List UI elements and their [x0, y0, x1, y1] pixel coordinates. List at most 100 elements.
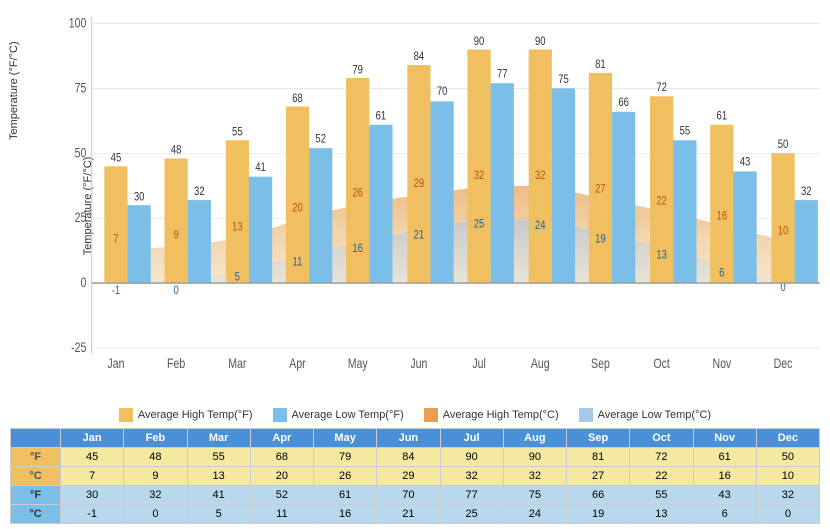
svg-text:0: 0 — [173, 284, 178, 297]
svg-text:Jun: Jun — [410, 356, 427, 372]
data-table-container: Jan Feb Mar Apr May Jun Jul Aug Sep Oct … — [10, 428, 820, 524]
table-cell-r1-c8: 27 — [567, 467, 630, 486]
bar-low-f-dec — [795, 200, 818, 283]
table-cell-r2-c10: 43 — [693, 486, 756, 505]
svg-text:Feb: Feb — [167, 356, 185, 372]
svg-text:61: 61 — [376, 109, 387, 122]
bar-low-f-feb — [188, 200, 211, 283]
legend-label-high-c: Average High Temp(°C) — [443, 409, 559, 421]
svg-text:32: 32 — [801, 185, 812, 198]
table-cell-r0-c10: 61 — [693, 448, 756, 467]
bar-low-f-mar — [249, 177, 272, 283]
table-header-sep: Sep — [567, 429, 630, 448]
table-cell-r2-c9: 55 — [630, 486, 693, 505]
svg-text:41: 41 — [255, 161, 266, 174]
svg-text:26: 26 — [352, 187, 363, 200]
bar-high-f-mar — [226, 140, 249, 283]
legend-low-c: Average Low Temp(°C) — [579, 408, 711, 422]
table-cell-r2-c8: 66 — [567, 486, 630, 505]
svg-text:77: 77 — [497, 68, 508, 81]
bar-low-f-aug — [552, 88, 575, 283]
chart-svg: 100 75 50 25 0 -25 — [60, 10, 820, 402]
table-row-header-0: °F — [11, 448, 61, 467]
svg-text:25: 25 — [75, 210, 87, 226]
svg-text:22: 22 — [656, 195, 667, 208]
svg-text:5: 5 — [235, 270, 240, 283]
svg-text:90: 90 — [474, 35, 485, 48]
main-container: Temperature (°F/°C) 100 75 50 — [0, 0, 830, 529]
legend-box-low-f — [273, 408, 287, 422]
svg-text:55: 55 — [680, 124, 691, 137]
data-table: Jan Feb Mar Apr May Jun Jul Aug Sep Oct … — [10, 428, 820, 524]
table-row-header-3: °C — [11, 505, 61, 524]
bar-high-f-jun — [407, 65, 430, 283]
svg-text:84: 84 — [414, 50, 425, 63]
svg-text:30: 30 — [134, 191, 145, 204]
svg-text:50: 50 — [75, 145, 87, 161]
table-cell-r1-c1: 9 — [124, 467, 187, 486]
table-cell-r3-c8: 19 — [567, 505, 630, 524]
bar-high-f-feb — [165, 158, 188, 283]
bar-low-f-jan — [128, 205, 151, 283]
svg-text:66: 66 — [618, 96, 629, 109]
table-cell-r0-c0: 45 — [61, 448, 124, 467]
legend-high-c: Average High Temp(°C) — [424, 408, 559, 422]
table-header-may: May — [314, 429, 377, 448]
legend-label-high-f: Average High Temp(°F) — [138, 409, 253, 421]
legend-label-low-f: Average Low Temp(°F) — [292, 409, 404, 421]
table-cell-r1-c6: 32 — [440, 467, 503, 486]
svg-text:75: 75 — [558, 73, 569, 86]
legend-box-low-c — [579, 408, 593, 422]
svg-text:24: 24 — [535, 219, 546, 232]
svg-text:27: 27 — [595, 182, 606, 195]
table-header-mar: Mar — [187, 429, 250, 448]
table-header-jul: Jul — [440, 429, 503, 448]
legend-box-high-c — [424, 408, 438, 422]
svg-text:Mar: Mar — [228, 356, 246, 372]
svg-text:13: 13 — [232, 220, 243, 233]
svg-text:10: 10 — [778, 224, 789, 237]
table-row-header-2: °F — [11, 486, 61, 505]
svg-text:9: 9 — [173, 228, 178, 241]
table-cell-r0-c1: 48 — [124, 448, 187, 467]
svg-text:May: May — [348, 356, 369, 372]
svg-text:7: 7 — [113, 232, 118, 245]
bar-low-f-oct — [673, 140, 696, 283]
svg-text:6: 6 — [719, 266, 724, 279]
table-cell-r2-c0: 30 — [61, 486, 124, 505]
table-cell-r0-c2: 55 — [187, 448, 250, 467]
table-header-jan: Jan — [61, 429, 124, 448]
svg-text:81: 81 — [595, 58, 606, 71]
table-cell-r0-c7: 90 — [503, 448, 566, 467]
table-header-apr: Apr — [250, 429, 313, 448]
legend-label-low-c: Average Low Temp(°C) — [598, 409, 711, 421]
table-cell-r0-c3: 68 — [250, 448, 313, 467]
table-cell-r1-c9: 22 — [630, 467, 693, 486]
table-cell-r2-c7: 75 — [503, 486, 566, 505]
table-cell-r0-c9: 72 — [630, 448, 693, 467]
svg-text:Jul: Jul — [472, 356, 485, 372]
svg-text:48: 48 — [171, 143, 182, 156]
table-cell-r3-c1: 0 — [124, 505, 187, 524]
table-cell-r3-c10: 6 — [693, 505, 756, 524]
table-cell-r1-c7: 32 — [503, 467, 566, 486]
svg-text:-25: -25 — [71, 340, 86, 356]
svg-text:90: 90 — [535, 35, 546, 48]
bar-high-f-dec — [771, 153, 794, 283]
svg-text:19: 19 — [595, 232, 606, 245]
svg-text:43: 43 — [740, 155, 751, 168]
svg-text:Oct: Oct — [653, 356, 670, 372]
table-cell-r3-c5: 21 — [377, 505, 440, 524]
table-cell-r2-c6: 77 — [440, 486, 503, 505]
table-cell-r0-c6: 90 — [440, 448, 503, 467]
legend-low-f: Average Low Temp(°F) — [273, 408, 404, 422]
table-cell-r0-c11: 50 — [756, 448, 819, 467]
svg-text:72: 72 — [656, 81, 667, 94]
svg-text:Sep: Sep — [591, 356, 610, 372]
svg-text:11: 11 — [293, 255, 303, 268]
table-cell-r0-c5: 84 — [377, 448, 440, 467]
table-cell-r1-c10: 16 — [693, 467, 756, 486]
svg-text:0: 0 — [81, 275, 87, 291]
svg-text:Jan: Jan — [107, 356, 124, 372]
table-header-oct: Oct — [630, 429, 693, 448]
